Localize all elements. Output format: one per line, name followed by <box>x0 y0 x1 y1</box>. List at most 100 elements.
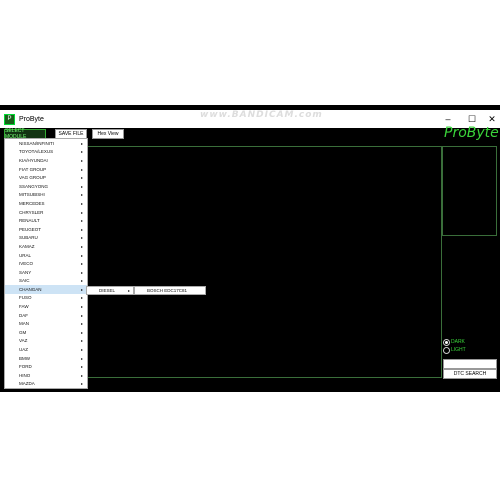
chevron-right-icon: ▸ <box>80 312 83 318</box>
menu-item-label: HINO <box>19 372 31 378</box>
menu-item[interactable]: CHRYSLER ▸ <box>5 208 87 217</box>
menu-item[interactable]: FORD ▸ <box>5 362 87 371</box>
chevron-right-icon: ▸ <box>80 329 83 335</box>
menu-item[interactable]: SAIC ▸ <box>5 277 87 286</box>
menu-item[interactable]: KAMAZ ▸ <box>5 242 87 251</box>
chevron-right-icon: ▸ <box>80 209 83 215</box>
menu-item-label: FORD <box>19 364 32 370</box>
menu-item-label: CHRYSLER <box>19 209 44 215</box>
chevron-right-icon: ▸ <box>80 192 83 198</box>
dark-radio[interactable] <box>443 339 450 346</box>
menu-item[interactable]: VAZ ▸ <box>5 337 87 346</box>
menu-item-label: KAMAZ <box>19 243 35 249</box>
menu-item-label: KIA/HYUNDAI <box>19 157 48 163</box>
app-logo-icon: P <box>4 113 15 125</box>
menu-item[interactable]: PEUGEOT ▸ <box>5 225 87 234</box>
menu-item-label: IVECO <box>19 261 34 267</box>
menu-item[interactable]: TOYOTA/LEXUS ▸ <box>5 148 87 157</box>
chevron-right-icon: ▸ <box>80 364 83 370</box>
chevron-right-icon: ▸ <box>80 235 83 241</box>
menu-item-label: PEUGEOT <box>19 226 42 232</box>
chevron-right-icon: ▸ <box>80 175 83 181</box>
chevron-right-icon: ▸ <box>80 295 83 301</box>
chevron-right-icon: ▸ <box>127 288 130 293</box>
menu-item[interactable]: BMW ▸ <box>5 354 87 363</box>
brand-logo: ProByte <box>444 125 499 141</box>
chevron-right-icon: ▸ <box>80 252 83 258</box>
menu-item-label: VAG GROUP <box>19 175 46 181</box>
menu-item[interactable]: RENAULT ▸ <box>5 216 87 225</box>
menu-item[interactable]: SUBARU ▸ <box>5 234 87 243</box>
menu-item-label: VAZ <box>19 338 28 344</box>
window-title: ProByte <box>19 115 44 123</box>
menu-item-label: SANY <box>19 269 32 275</box>
chevron-right-icon: ▸ <box>80 149 83 155</box>
menu-item[interactable]: KIA/HYUNDAI ▸ <box>5 156 87 165</box>
chevron-right-icon: ▸ <box>80 200 83 206</box>
chevron-right-icon: ▸ <box>80 304 83 310</box>
chevron-right-icon: ▸ <box>80 338 83 344</box>
light-radio[interactable] <box>443 347 450 354</box>
menu-item[interactable]: GM ▸ <box>5 328 87 337</box>
menu-item[interactable]: FAW ▸ <box>5 302 87 311</box>
chevron-right-icon: ▸ <box>80 347 83 353</box>
dark-label: DARK <box>451 339 465 345</box>
dtc-search-button[interactable]: DTC SEARCH <box>443 369 497 379</box>
menu-item[interactable]: SSANGYONG ▸ <box>5 182 87 191</box>
menu-item[interactable]: URAL ▸ <box>5 251 87 260</box>
chevron-right-icon: ▸ <box>80 381 83 387</box>
menu-item-label: MERCEDES <box>19 200 45 206</box>
light-label: LIGHT <box>451 347 466 353</box>
dtc-search-input[interactable] <box>443 359 497 369</box>
chevron-right-icon: ▸ <box>80 286 83 292</box>
main-panel <box>86 146 442 378</box>
bandicam-watermark: www.BANDICAM.com <box>200 110 323 120</box>
menu-item[interactable]: FIAT GROUP ▸ <box>5 165 87 174</box>
menu-item[interactable]: FUSO ▸ <box>5 294 87 303</box>
chevron-right-icon: ▸ <box>80 321 83 327</box>
menu-item-label: FUSO <box>19 295 32 301</box>
chevron-right-icon: ▸ <box>80 261 83 267</box>
chevron-right-icon: ▸ <box>80 355 83 361</box>
menu-item[interactable]: MAN ▸ <box>5 319 87 328</box>
menu-item[interactable]: MITSUBISHI ▸ <box>5 191 87 200</box>
menu-item-label: MAN <box>19 321 29 327</box>
submenu-ecu-item[interactable]: BOSCH EDC17C81 <box>134 286 206 295</box>
chevron-right-icon: ▸ <box>80 372 83 378</box>
menu-item[interactable]: CHANGAN ▸ <box>5 285 87 294</box>
menu-item-label: FIAT GROUP <box>19 166 47 172</box>
menu-item-label: SAIC <box>19 278 30 284</box>
menu-item[interactable]: IVECO ▸ <box>5 259 87 268</box>
chevron-right-icon: ▸ <box>80 226 83 232</box>
menu-item[interactable]: MAZDA ▸ <box>5 380 87 389</box>
chevron-right-icon: ▸ <box>80 183 83 189</box>
menu-item[interactable]: SANY ▸ <box>5 268 87 277</box>
menu-item[interactable]: UAZ ▸ <box>5 345 87 354</box>
menu-item-label: DAF <box>19 312 28 318</box>
module-menu: NISSAN/INFINITI ▸ TOYOTA/LEXUS ▸ KIA/HYUNDAI… <box>4 138 88 390</box>
submenu-ecu-label: BOSCH EDC17C81 <box>147 288 188 293</box>
side-preview-panel <box>442 146 497 236</box>
menu-item-label: MITSUBISHI <box>19 192 45 198</box>
chevron-right-icon: ▸ <box>80 278 83 284</box>
menu-item-label: SUBARU <box>19 235 38 241</box>
menu-item[interactable]: MERCEDES ▸ <box>5 199 87 208</box>
menu-item[interactable]: NISSAN/INFINITI ▸ <box>5 139 87 148</box>
menu-item-label: UAZ <box>19 347 28 353</box>
menu-item-label: GM <box>19 329 27 335</box>
menu-item-label: NISSAN/INFINITI <box>19 140 55 146</box>
menu-item[interactable]: VAG GROUP ▸ <box>5 173 87 182</box>
menu-item-label: TOYOTA/LEXUS <box>19 149 54 155</box>
menu-item[interactable]: HINO ▸ <box>5 371 87 380</box>
menu-item-label: MAZDA <box>19 381 35 387</box>
chevron-right-icon: ▸ <box>80 157 83 163</box>
menu-item-label: SSANGYONG <box>19 183 49 189</box>
chevron-right-icon: ▸ <box>80 166 83 172</box>
hex-view-button[interactable]: Hex View <box>92 129 124 139</box>
chevron-right-icon: ▸ <box>80 218 83 224</box>
submenu-diesel[interactable]: DIESEL ▸ <box>86 286 134 295</box>
menu-item[interactable]: DAF ▸ <box>5 311 87 320</box>
submenu-diesel-label: DIESEL <box>99 288 116 293</box>
menu-item-label: CHANGAN <box>19 286 42 292</box>
menu-item-label: FAW <box>19 304 29 310</box>
